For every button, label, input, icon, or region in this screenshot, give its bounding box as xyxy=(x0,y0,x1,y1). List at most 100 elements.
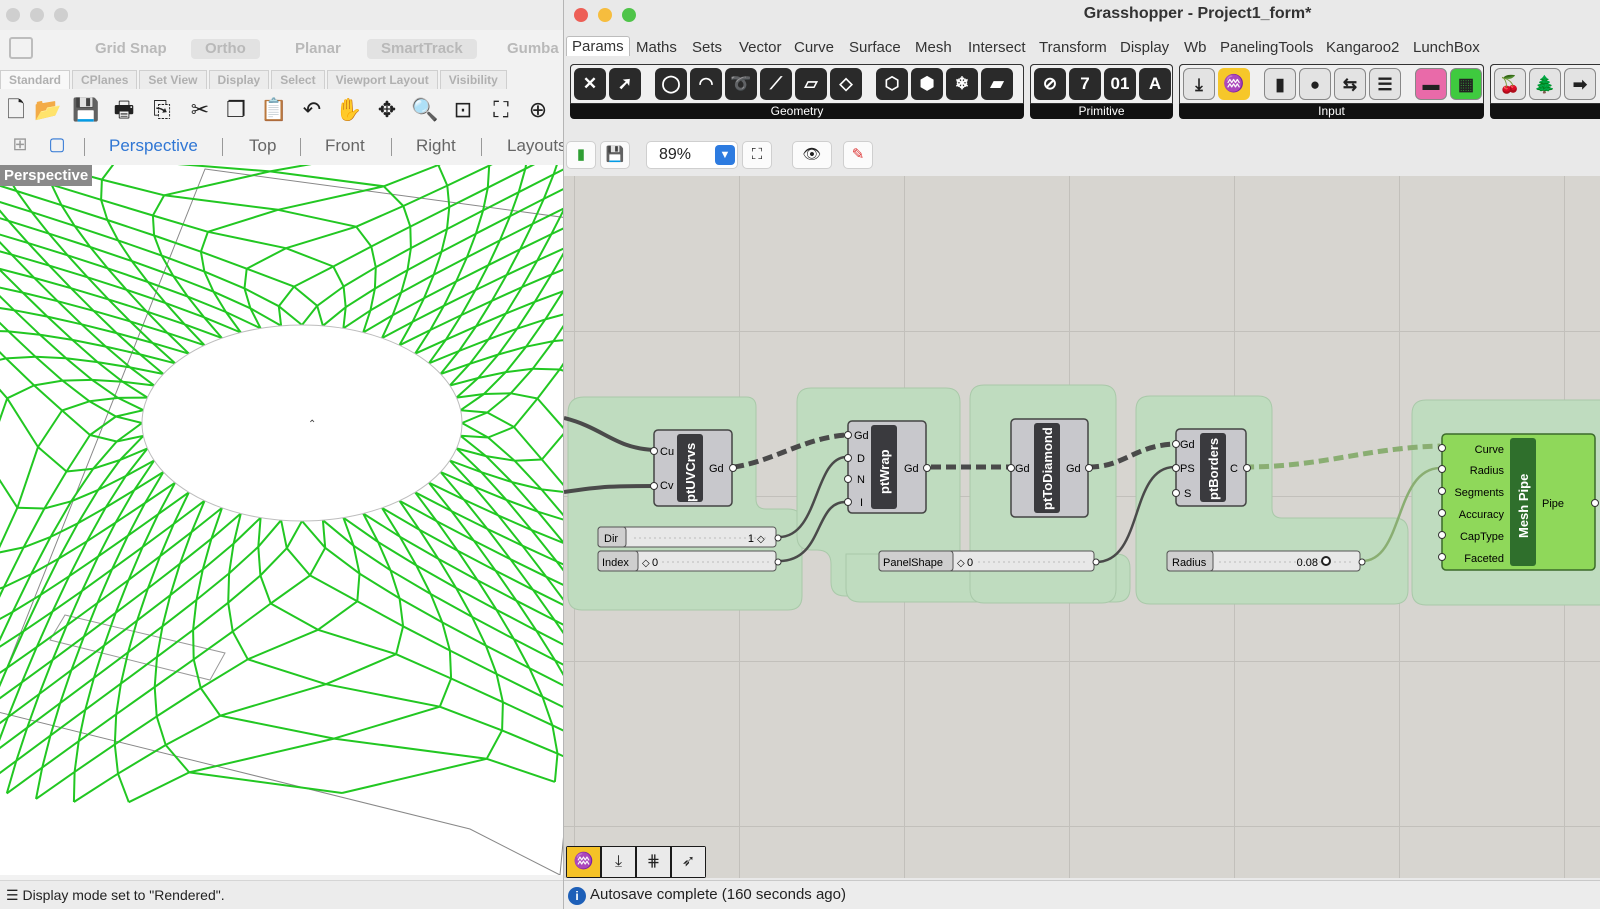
planar-toggle[interactable]: Planar xyxy=(281,39,355,59)
tab-intersect[interactable]: Intersect xyxy=(968,39,1026,56)
pan-hand-icon[interactable]: ✋ xyxy=(335,96,363,124)
surface-param-icon[interactable]: ▰ xyxy=(981,68,1013,100)
tree-icon[interactable]: 🌲 xyxy=(1529,68,1561,100)
tab-display[interactable]: Display xyxy=(208,70,270,89)
tab-set-view[interactable]: Set View xyxy=(139,70,207,89)
four-view-icon[interactable]: ⊞ xyxy=(6,130,34,158)
tab-panelingtools[interactable]: PanelingTools xyxy=(1220,39,1313,56)
slider-icon[interactable]: ⇆ xyxy=(1334,68,1366,100)
minimize-window-button[interactable] xyxy=(30,8,44,22)
component-ptborders[interactable]: ptBorders Gd PS S C xyxy=(1172,428,1251,507)
mesh-param-icon[interactable]: ❄ xyxy=(946,68,978,100)
tab-display[interactable]: Display xyxy=(1120,39,1169,56)
slider-radius[interactable]: Radius 0.08 xyxy=(1166,550,1361,572)
zoom-icon[interactable]: 🔍 xyxy=(411,96,439,124)
integer-param-icon[interactable]: 7 xyxy=(1069,68,1101,100)
tab-params[interactable]: Params xyxy=(566,36,630,56)
zoom-level-dropdown[interactable]: 89% ▼ xyxy=(646,141,738,169)
save-file-icon[interactable]: 💾 xyxy=(600,141,630,169)
vector-param-icon[interactable]: ➚ xyxy=(609,68,641,100)
slider-index[interactable]: Index ◇ 0 xyxy=(597,550,777,572)
circle-param-icon[interactable]: ◯ xyxy=(655,68,687,100)
undo-icon[interactable]: ↶ xyxy=(298,96,326,124)
panel-icon[interactable]: ⤓ xyxy=(1183,68,1215,100)
viewport-label[interactable]: Perspective xyxy=(0,165,93,186)
tab-lunchbox[interactable]: LunchBox xyxy=(1413,39,1480,56)
single-view-icon[interactable]: ▢ xyxy=(43,130,71,158)
tab-kangaroo2[interactable]: Kangaroo2 xyxy=(1326,39,1399,56)
chevron-down-icon[interactable]: ▼ xyxy=(715,145,735,165)
viewport-tab-layouts[interactable]: Layouts xyxy=(507,136,563,156)
tab-select[interactable]: Select xyxy=(271,70,325,89)
arrow-pointer-icon[interactable]: ➶ xyxy=(672,847,705,877)
print-icon[interactable]: 🖶 xyxy=(110,96,138,124)
tab-maths[interactable]: Maths xyxy=(636,39,677,56)
grid-points-icon[interactable]: ⋕ xyxy=(637,847,670,877)
arrow-right-icon[interactable]: ➡ xyxy=(1564,68,1596,100)
zoom-window-icon[interactable]: ⊡ xyxy=(449,96,477,124)
smarttrack-toggle[interactable]: SmartTrack xyxy=(367,39,477,59)
paste-icon[interactable]: 📋 xyxy=(260,96,288,124)
scribble-icon[interactable]: ♒ xyxy=(1218,68,1250,100)
new-file-icon[interactable]: 🗋 xyxy=(2,96,30,124)
plane-param-icon[interactable]: ▱ xyxy=(795,68,827,100)
save-icon[interactable]: 💾 xyxy=(72,96,100,124)
component-mesh-pipe[interactable]: Mesh Pipe Curve Radius Segments Accuracy… xyxy=(1438,433,1599,571)
cherries-icon[interactable]: 🍒 xyxy=(1494,68,1526,100)
panel-icon[interactable]: ⤓ xyxy=(602,847,635,877)
ortho-toggle[interactable]: Ortho xyxy=(191,39,260,59)
slider-dir[interactable]: Dir 1 ◇ xyxy=(597,526,777,548)
gumball-toggle[interactable]: Gumba xyxy=(493,39,563,59)
box-param-icon[interactable]: ⬡ xyxy=(876,68,908,100)
colour-swatch-icon[interactable]: ▦ xyxy=(1450,68,1482,100)
rotate-view-icon[interactable]: ✥ xyxy=(373,96,401,124)
open-folder-icon[interactable]: 📂 xyxy=(34,96,62,124)
grid-snap-toggle[interactable]: Grid Snap xyxy=(81,39,181,59)
boolean-param-icon[interactable]: ⊘ xyxy=(1034,68,1066,100)
close-window-button[interactable] xyxy=(6,8,20,22)
import-icon[interactable]: ⎘ xyxy=(148,96,176,124)
zoom-window-button[interactable] xyxy=(54,8,68,22)
brep-param-icon[interactable]: ⬢ xyxy=(911,68,943,100)
text-param-icon[interactable]: A xyxy=(1139,68,1171,100)
line-param-icon[interactable]: ⟋ xyxy=(760,68,792,100)
cut-icon[interactable]: ✂ xyxy=(186,96,214,124)
zoom-extents-icon[interactable]: ⛶ xyxy=(487,96,515,124)
button-icon[interactable]: ● xyxy=(1299,68,1331,100)
grasshopper-canvas[interactable]: ptUVCrvs Cu Cv Gd ptWrap Gd D N I Gd ptT… xyxy=(564,176,1600,878)
component-ptwrap[interactable]: ptWrap Gd D N I Gd xyxy=(844,420,931,514)
number-param-icon[interactable]: 01 xyxy=(1104,68,1136,100)
tab-visibility[interactable]: Visibility xyxy=(439,70,507,89)
rectangle-param-icon[interactable]: ◇ xyxy=(830,68,862,100)
tab-vector[interactable]: Vector xyxy=(739,39,782,56)
open-file-icon[interactable]: ▮ xyxy=(566,141,596,169)
component-ptuvcrvs[interactable]: ptUVCrvs Cu Cv Gd xyxy=(650,429,737,507)
arc-param-icon[interactable]: ◠ xyxy=(690,68,722,100)
zoom-selected-icon[interactable]: ⊕ xyxy=(524,96,552,124)
sidebar-toggle-icon[interactable] xyxy=(9,37,33,59)
tab-cplanes[interactable]: CPlanes xyxy=(72,70,138,89)
component-pttodiamond[interactable]: ptToDiamond Gd Gd xyxy=(1007,418,1093,518)
viewport-tab-front[interactable]: Front xyxy=(325,136,365,156)
curve-param-icon[interactable]: ➰ xyxy=(725,68,757,100)
viewport-tab-top[interactable]: Top xyxy=(249,136,276,156)
perspective-viewport[interactable]: ⌃ Perspective xyxy=(0,165,563,875)
value-list-icon[interactable]: ☰ xyxy=(1369,68,1401,100)
point-param-icon[interactable]: ✕ xyxy=(574,68,606,100)
slider-panelshape[interactable]: PanelShape ◇ 0 xyxy=(878,550,1095,572)
tab-transform[interactable]: Transform xyxy=(1039,39,1107,56)
tab-mesh[interactable]: Mesh xyxy=(915,39,952,56)
tab-standard[interactable]: Standard xyxy=(0,70,71,89)
toggle-icon[interactable]: ▮ xyxy=(1264,68,1296,100)
tab-sets[interactable]: Sets xyxy=(692,39,722,56)
gradient-icon[interactable]: ▬ xyxy=(1415,68,1447,100)
zoom-extents-icon[interactable]: ⛶ xyxy=(742,141,772,169)
sketch-pen-icon[interactable]: ✎ xyxy=(843,141,873,169)
viewport-tab-perspective[interactable]: Perspective xyxy=(109,136,198,156)
tab-wb[interactable]: Wb xyxy=(1184,39,1207,56)
tab-viewport-layout[interactable]: Viewport Layout xyxy=(326,70,438,89)
scribble-icon[interactable]: ♒ xyxy=(567,847,600,877)
copy-icon[interactable]: ❐ xyxy=(222,96,250,124)
command-menu-icon[interactable]: ☰ xyxy=(6,887,22,903)
tab-surface[interactable]: Surface xyxy=(849,39,901,56)
